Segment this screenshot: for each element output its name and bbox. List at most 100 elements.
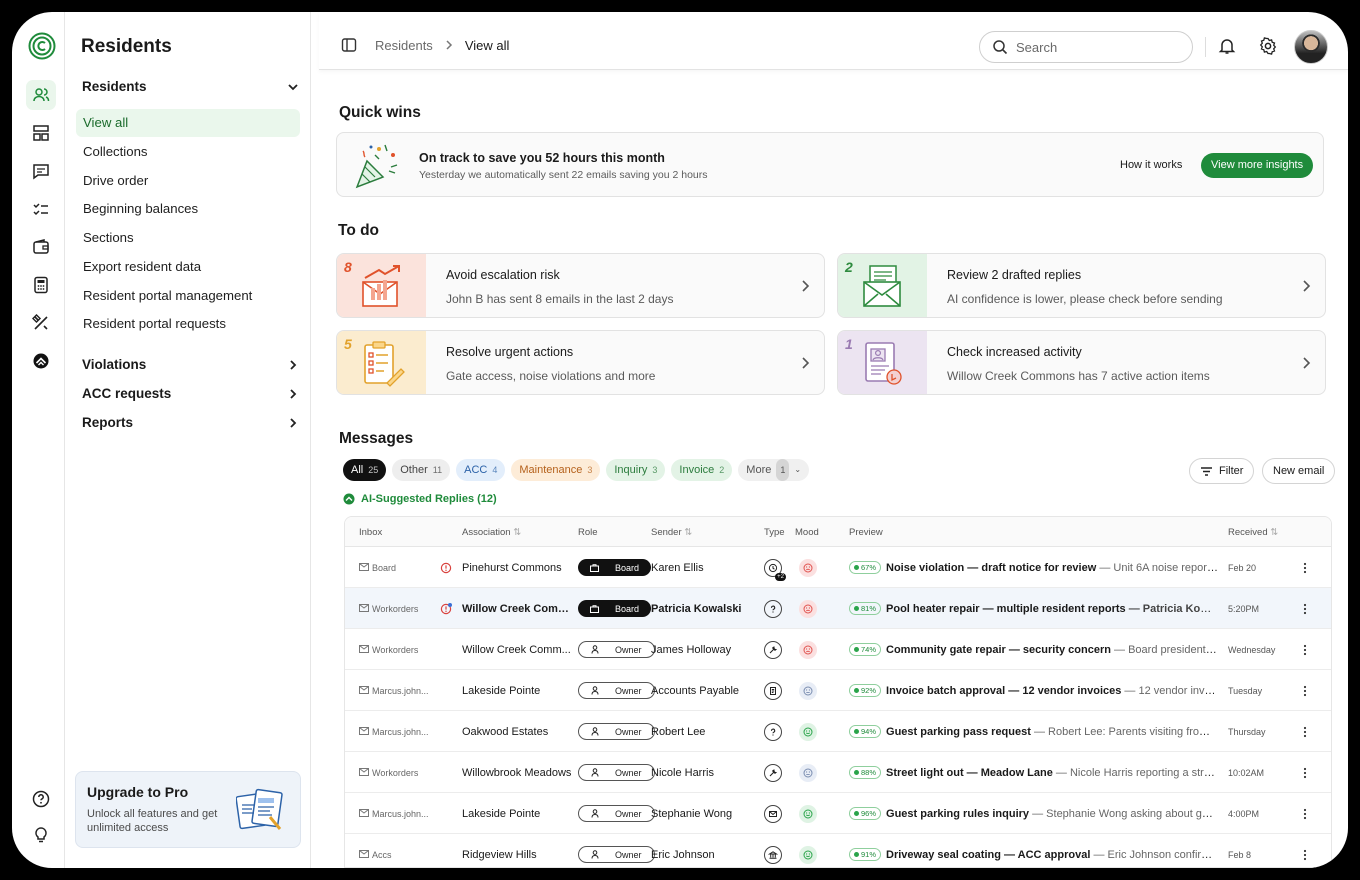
help-icon[interactable]: [26, 784, 56, 814]
confidence-dot-icon: [854, 688, 859, 693]
col-preview[interactable]: Preview: [849, 527, 883, 538]
sidebar-item-sections[interactable]: Sections: [76, 224, 300, 252]
association-name: Pinehurst Commons: [462, 561, 562, 574]
chip-label: Invoice: [679, 464, 715, 476]
wallet-icon[interactable]: [26, 232, 56, 262]
chip-inquiry[interactable]: Inquiry 3: [606, 459, 666, 481]
col-association[interactable]: Association ⇅: [462, 527, 521, 538]
sender-cell: Karen Ellis: [651, 547, 704, 588]
association-cell: Lakeside Pointe: [462, 670, 572, 711]
table-row[interactable]: Board Pinehurst Commons Board Karen Ellis +2…: [345, 547, 1331, 588]
ai-suggested-replies[interactable]: AI-Suggested Replies (12): [343, 493, 497, 505]
sidebar-toggle-icon[interactable]: [341, 37, 357, 53]
todo-card-urgent-actions[interactable]: 5 Resolve urgent actions Gate access, no…: [336, 330, 825, 395]
col-sender[interactable]: Sender ⇅: [651, 527, 692, 538]
chevron-down-icon: ⌄: [794, 465, 802, 474]
chip-acc[interactable]: ACC 4: [456, 459, 506, 481]
mood-cell: [799, 752, 817, 793]
search-box[interactable]: [979, 31, 1193, 63]
home-badge-icon[interactable]: [26, 346, 56, 376]
quick-wins-desc: Yesterday we automatically sent 22 email…: [419, 169, 708, 181]
type-cell: [764, 670, 782, 711]
col-received[interactable]: Received ⇅: [1228, 527, 1278, 538]
type-cell: [764, 711, 782, 752]
association-cell: Willow Creek Comm...: [462, 588, 572, 629]
filter-button[interactable]: Filter: [1189, 458, 1255, 484]
gear-icon[interactable]: [1259, 37, 1277, 55]
sidebar-item-export-resident-data[interactable]: Export resident data: [76, 253, 300, 281]
table-row[interactable]: Workorders Willowbrook Meadows Owner Nicole…: [345, 752, 1331, 793]
received-cell: 4:00PM: [1228, 793, 1259, 834]
mail-icon: [359, 767, 369, 778]
table-row[interactable]: Workorders Willow Creek Comm... Board Patri…: [345, 588, 1331, 629]
sidebar-item-view-all[interactable]: View all: [76, 109, 300, 137]
mail-icon: [359, 562, 369, 573]
table-row[interactable]: Marcus.john... Oakwood Estates Owner Robert…: [345, 711, 1331, 752]
more-options-icon[interactable]: [1303, 793, 1307, 834]
col-mood[interactable]: Mood: [795, 527, 819, 538]
more-options-icon[interactable]: [1303, 547, 1307, 588]
confidence-dot-icon: [854, 770, 859, 775]
residents-nav-icon[interactable]: [26, 80, 56, 110]
table-row[interactable]: Marcus.john... Lakeside Pointe Owner Stepha…: [345, 793, 1331, 834]
breadcrumb-parent[interactable]: Residents: [375, 38, 433, 53]
chip-invoice[interactable]: Invoice 2: [671, 459, 733, 481]
briefcase-icon: [584, 600, 605, 617]
sidebar-item-beginning-balances[interactable]: Beginning balances: [76, 195, 300, 223]
chip-count: 2: [719, 465, 725, 475]
more-options-icon[interactable]: [1303, 670, 1307, 711]
view-more-insights-button[interactable]: View more insights: [1201, 153, 1314, 178]
chip-maintenance[interactable]: Maintenance 3: [511, 459, 601, 481]
sidebar-group-reports[interactable]: Reports: [82, 415, 300, 430]
avatar[interactable]: [1294, 30, 1328, 64]
col-role[interactable]: Role: [578, 527, 598, 538]
preview-snippet: — Nicole Harris reporting a street li...: [1052, 766, 1219, 779]
table-row[interactable]: Marcus.john... Lakeside Pointe Owner Accoun…: [345, 670, 1331, 711]
more-options-icon[interactable]: [1303, 752, 1307, 793]
tools-icon[interactable]: [26, 308, 56, 338]
sidebar-group-acc-requests[interactable]: ACC requests: [82, 386, 300, 401]
sidebar-group-violations[interactable]: Violations: [82, 357, 300, 372]
new-email-button[interactable]: New email: [1262, 458, 1336, 484]
lightbulb-icon[interactable]: [26, 820, 56, 850]
col-type[interactable]: Type: [764, 527, 785, 538]
more-options-icon[interactable]: [1303, 711, 1307, 752]
sort-icon: ⇅: [684, 527, 693, 538]
chip-label: All: [351, 464, 364, 476]
dashboard-icon[interactable]: [26, 118, 56, 148]
col-inbox[interactable]: Inbox: [359, 527, 382, 538]
how-it-works-link[interactable]: How it works: [1120, 159, 1182, 171]
chip-count: 11: [432, 465, 443, 475]
chip-all[interactable]: All 25: [343, 459, 387, 481]
more-options-icon[interactable]: [1303, 588, 1307, 629]
sidebar-item-collections[interactable]: Collections: [76, 138, 300, 166]
table-row[interactable]: Accs Ridgeview Hills Owner Eric Johnson 91% D…: [345, 834, 1331, 867]
messages-heading: Messages: [339, 430, 414, 447]
tasks-icon[interactable]: [26, 194, 56, 224]
preview-cell: 88% Street light out — Meadow Lane — Nico…: [849, 752, 1219, 793]
sidebar-item-portal-requests[interactable]: Resident portal requests: [76, 310, 300, 338]
preview-text: Community gate repair — security concern…: [886, 644, 1219, 656]
association-cell: Pinehurst Commons: [462, 547, 572, 588]
chip-more[interactable]: More 1 ⌄: [738, 459, 810, 481]
todo-card-drafted-replies[interactable]: 2 Review 2 drafted replies AI confidence…: [837, 253, 1326, 318]
todo-card-increased-activity[interactable]: 1 Check increased activity Willow Creek …: [837, 330, 1326, 395]
search-input[interactable]: [1016, 39, 1176, 55]
todo-card-escalation[interactable]: 8 Avoid escalation risk John B has sent …: [336, 253, 825, 318]
role-badge: Owner: [578, 723, 655, 740]
sidebar-item-drive-order[interactable]: Drive order: [76, 167, 300, 195]
chevron-right-icon: [1303, 280, 1311, 292]
sidebar-group-residents[interactable]: Residents: [82, 79, 300, 94]
messages-icon[interactable]: [26, 156, 56, 186]
upgrade-card[interactable]: Upgrade to Pro Unlock all features and g…: [75, 771, 301, 848]
ai-sparkle-icon: [343, 493, 355, 505]
more-options-icon[interactable]: [1303, 834, 1307, 867]
calculator-icon[interactable]: [26, 270, 56, 300]
filter-icon: [1201, 466, 1212, 476]
sidebar-item-portal-management[interactable]: Resident portal management: [76, 282, 300, 310]
more-options-icon[interactable]: [1303, 629, 1307, 670]
ai-suggested-label: AI-Suggested Replies (12): [361, 493, 497, 505]
bell-icon[interactable]: [1218, 37, 1236, 55]
chip-other[interactable]: Other 11: [392, 459, 451, 481]
table-row[interactable]: Workorders Willow Creek Comm... Owner James…: [345, 629, 1331, 670]
